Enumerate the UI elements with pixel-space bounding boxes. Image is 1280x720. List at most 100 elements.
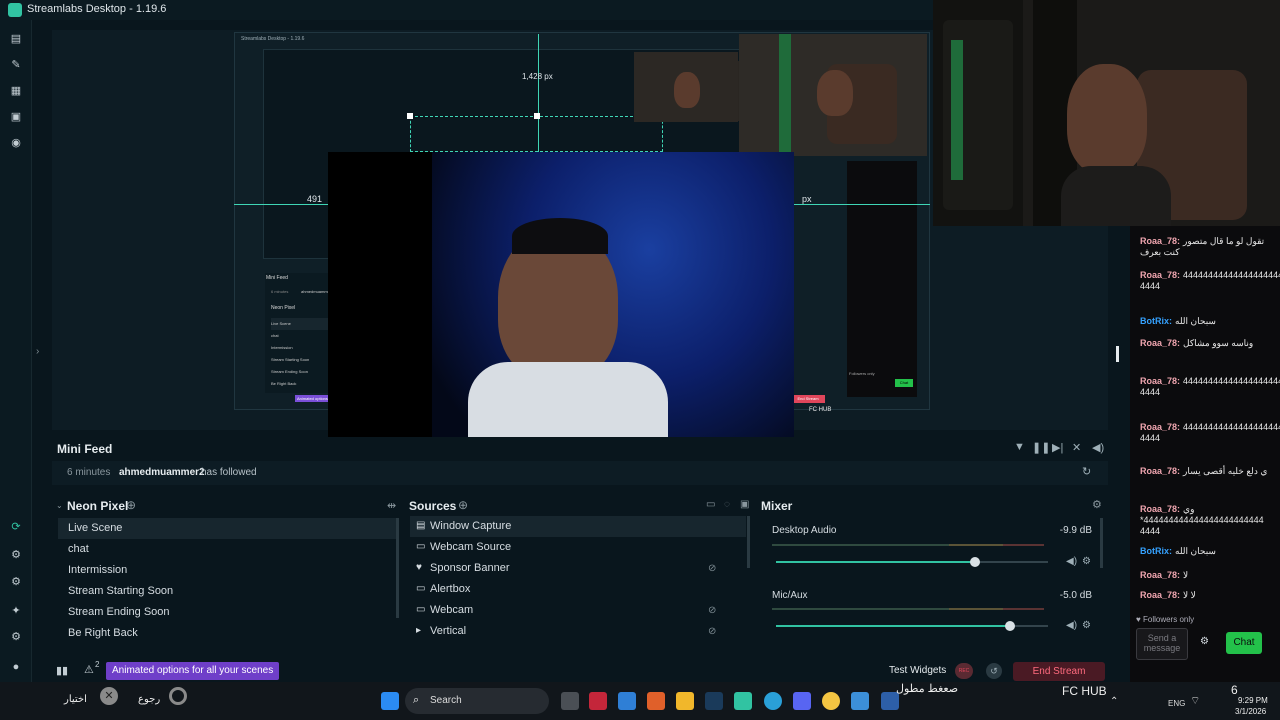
profile-icon[interactable]: ● [9,660,23,674]
emoji-app-icon[interactable] [822,692,840,710]
app-f-icon[interactable] [618,692,636,710]
clock-time[interactable]: 9:29 PM [1238,696,1268,705]
store-app-icon[interactable] [851,692,869,710]
animated-options-banner[interactable]: Animated options for all your scenes [106,662,280,680]
language-indicator[interactable]: ENG [1168,699,1185,708]
channel-settings-icon[interactable]: ⚙ [1082,620,1091,631]
search-placeholder: Search [430,695,462,706]
chat-username[interactable]: Roaa_78: [1140,270,1180,280]
hidden-eye-icon[interactable]: ⊘ [708,600,716,621]
source-visibility-icon[interactable]: ◌ [724,499,730,510]
editor-icon[interactable]: ▤ [9,32,23,46]
chat-username[interactable]: Roaa_78: [1140,422,1180,432]
chat-username[interactable]: Roaa_78: [1140,466,1180,476]
scene-item[interactable]: Live Scene [58,518,396,539]
source-item[interactable]: ▸ Vertical ⊘ [410,621,746,642]
resize-handle[interactable] [534,113,540,119]
source-item[interactable]: ▭ Webcam ⊘ [410,600,746,621]
skip-icon[interactable]: ▶| [1052,441,1063,454]
add-source-icon[interactable]: ⊕ [458,498,468,512]
filter-icon[interactable]: ▼ [1014,441,1025,453]
task-view-icon[interactable] [561,692,579,710]
main-webcam-feed[interactable] [328,152,794,478]
settings-icon[interactable]: ⚙ [9,630,23,644]
chat-message: Roaa_78: ي دلع خليه أقصى يسار [1140,466,1272,477]
chat-resize-handle[interactable] [1116,346,1119,362]
hidden-eye-icon[interactable]: ⊘ [708,558,716,579]
scene-transitions-icon[interactable]: ⇹ [387,499,396,512]
chat-username[interactable]: BotRix: [1140,546,1172,556]
source-item[interactable]: ▤ Window Capture [410,516,746,537]
source-item[interactable]: ▭ Alertbox [410,579,746,600]
chat-text: لا [1183,570,1189,580]
replay-buffer-icon[interactable]: ↺ [986,663,1002,679]
resize-handle[interactable] [407,113,413,119]
scene-item[interactable]: chat [58,539,396,560]
chat-username[interactable]: Roaa_78: [1140,338,1180,348]
chat-settings-icon[interactable]: ⚙ [1200,636,1209,647]
acrobat-icon[interactable] [589,692,607,710]
source-layout-icon[interactable]: ▭ [706,499,715,510]
source-item[interactable]: ▭ Webcam Source [410,537,746,558]
volume-fader-fill [776,561,975,563]
scene-item[interactable]: Be Right Back [58,623,396,644]
mute-alerts-icon[interactable]: ✕ [1072,441,1081,454]
source-selection-box[interactable] [410,116,663,152]
pause-icon[interactable]: ❚❚ [1032,441,1050,454]
scene-item[interactable]: Stream Ending Soon [58,602,396,623]
channel-settings-icon[interactable]: ⚙ [1082,556,1091,567]
collection-chevron-icon[interactable]: ⌄ [56,501,63,510]
dashboard-icon[interactable]: ⟳ [9,520,23,534]
highlighter-icon[interactable]: ◉ [9,136,23,150]
apps-icon[interactable]: ⚙ [9,575,23,589]
source-item[interactable]: ♥ Sponsor Banner ⊘ [410,558,746,579]
discord-icon[interactable] [793,692,811,710]
hidden-eye-icon[interactable]: ⊘ [708,621,716,642]
integrations-icon[interactable]: ⚙ [9,548,23,562]
volume-fader-knob[interactable] [1005,621,1015,631]
taskbar-search[interactable]: ⌕ Search [405,688,549,714]
add-scene-icon[interactable]: ⊕ [126,498,136,512]
tray-chevron-icon[interactable]: ⌃ [1110,696,1118,707]
brave-icon[interactable] [647,692,665,710]
layout-icon[interactable]: ▣ [9,110,23,124]
volume-icon[interactable]: ◀) [1092,441,1104,454]
clock-date[interactable]: 3/1/2026 [1235,707,1266,716]
mixer-settings-icon[interactable]: ⚙ [1092,498,1102,511]
telegram-icon[interactable] [764,692,782,710]
add-folder-icon[interactable]: ▣ [740,499,749,510]
speaker-icon[interactable]: ◀) [1066,556,1077,567]
chat-input[interactable]: Send a message [1136,628,1188,660]
test-widgets-button[interactable]: Test Widgets [889,665,946,676]
chat-username[interactable]: Roaa_78: [1140,376,1180,386]
scene-item[interactable]: Stream Starting Soon [58,581,396,602]
speaker-icon[interactable]: ◀) [1066,620,1077,631]
expand-chevron-icon[interactable]: › [36,346,39,357]
chat-username[interactable]: Roaa_78: [1140,236,1180,246]
themes-icon[interactable]: ✎ [9,58,23,72]
windows-start-icon[interactable] [381,692,399,710]
help-icon[interactable]: ✦ [9,604,23,618]
scene-item[interactable]: Intermission [58,560,396,581]
mixer-scrollbar[interactable] [1100,518,1103,568]
repeat-alert-icon[interactable]: ↻ [1082,465,1091,478]
store-icon[interactable]: ▦ [9,84,23,98]
chat-username[interactable]: Roaa_78: [1140,504,1180,514]
end-stream-button[interactable]: End Stream [1013,662,1105,681]
volume-fader-knob[interactable] [970,557,980,567]
streamlabs-taskbar-icon[interactable] [734,692,752,710]
chat-username[interactable]: BotRix: [1140,316,1172,326]
event-time: 6 minutes [67,467,111,478]
wifi-icon[interactable]: ⌔ [1190,694,1200,708]
chat-username[interactable]: Roaa_78: [1140,570,1180,580]
stats-icon[interactable]: ▮▮ [56,664,68,677]
sources-scrollbar[interactable] [747,516,750,568]
chat-username[interactable]: Roaa_78: [1140,590,1180,600]
record-button[interactable]: REC [955,663,973,679]
file-explorer-icon[interactable] [676,692,694,710]
alert-icon[interactable]: ⚠ [84,663,94,676]
chat-send-button[interactable]: Chat [1226,632,1262,654]
scene-collection-name[interactable]: Neon Pixel [67,499,128,513]
steam-icon[interactable] [705,692,723,710]
scenes-scrollbar[interactable] [396,518,399,618]
